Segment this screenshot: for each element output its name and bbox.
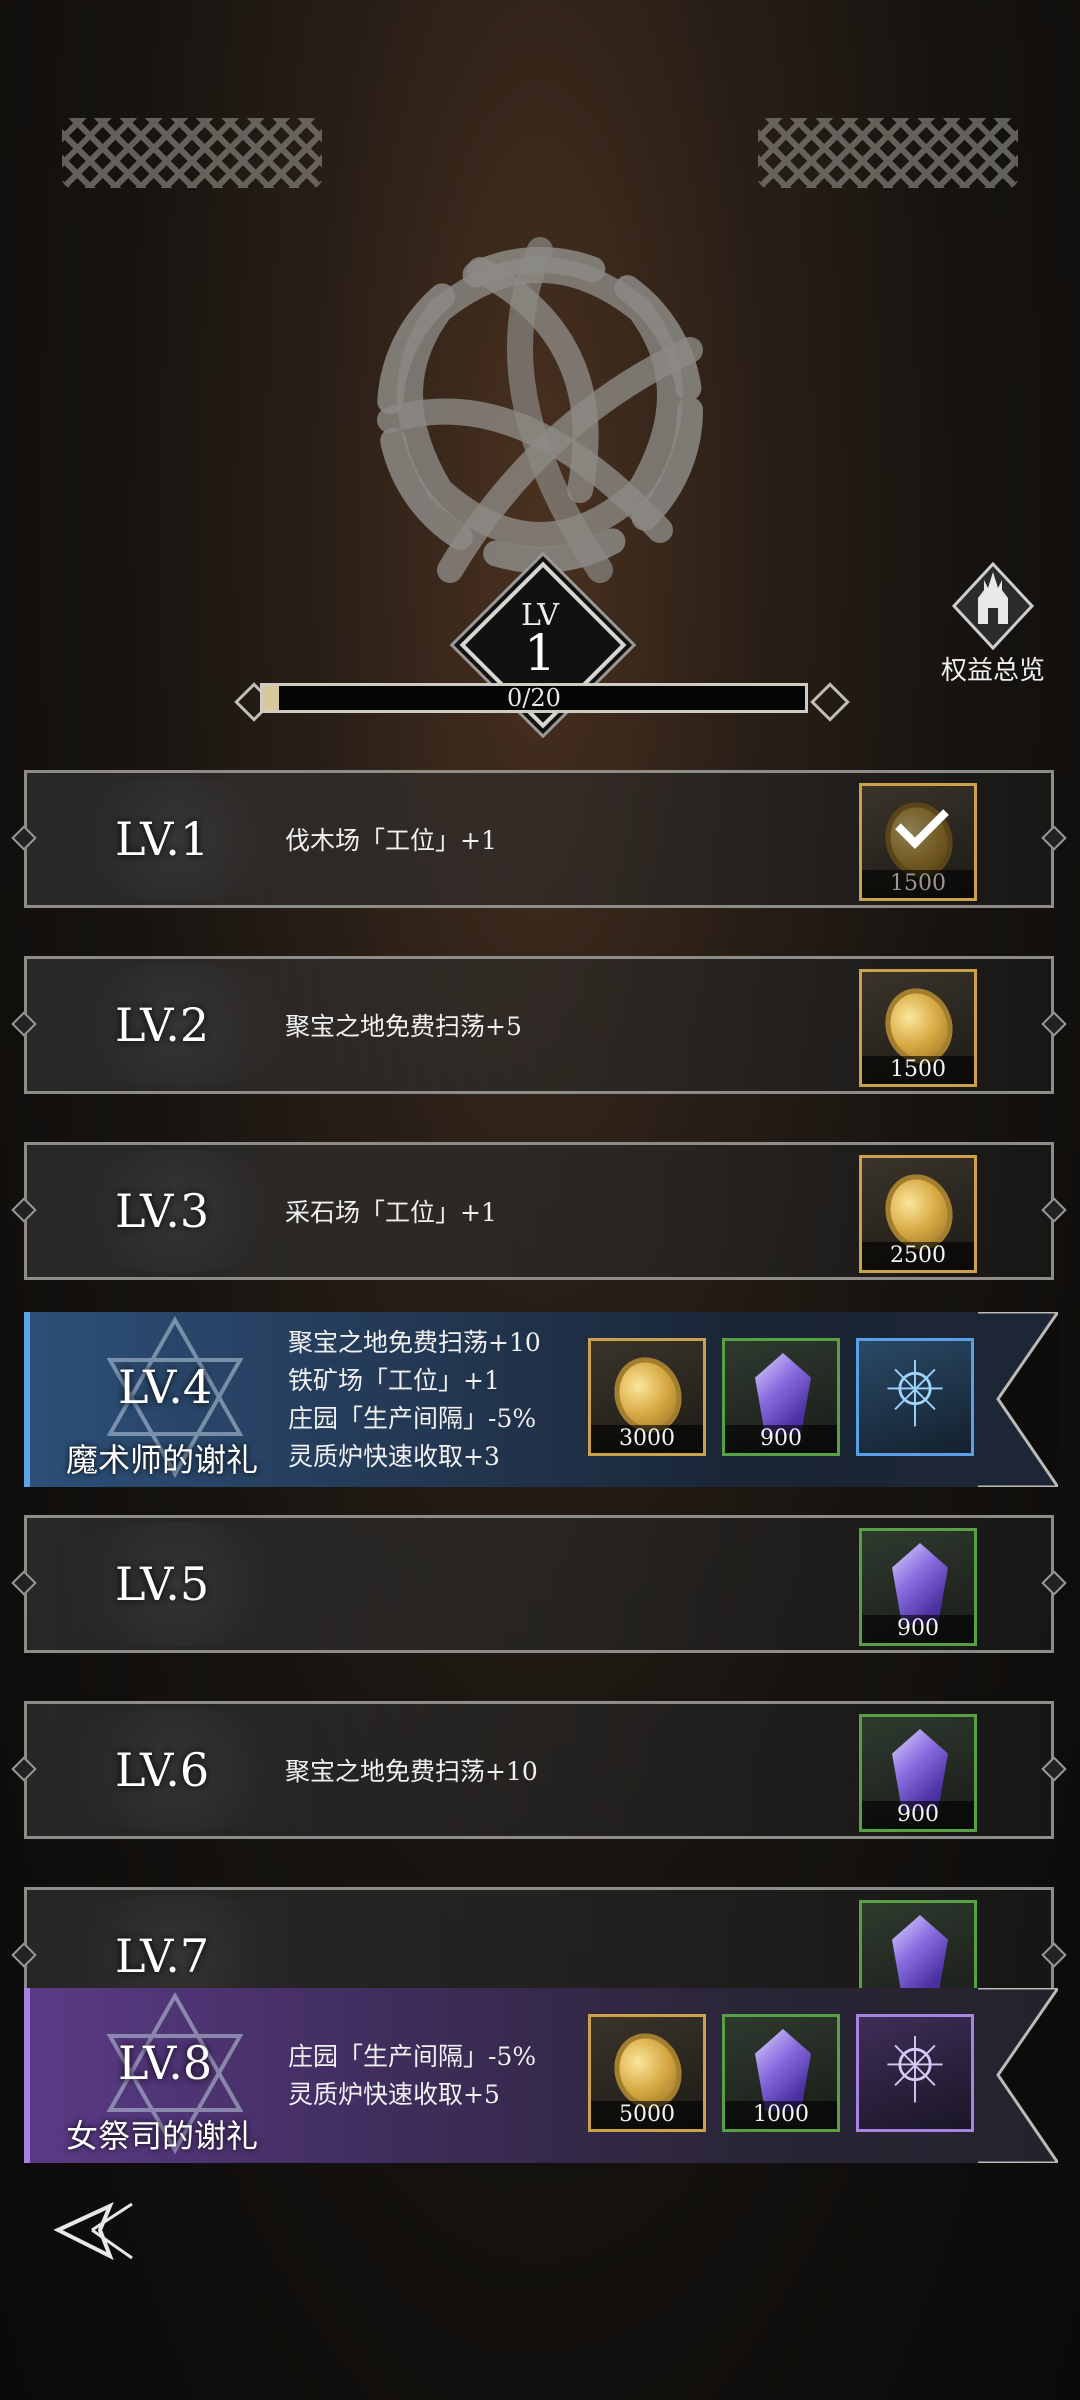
row-rewards: 1500 xyxy=(859,969,977,1087)
progress-text: 0/20 xyxy=(507,684,561,712)
row-level-label: LV.1 xyxy=(115,812,210,866)
row-benefit-text: 庄园「生产间隔」-5% 灵质炉快速收取+5 xyxy=(288,1988,536,2163)
coin-reward[interactable]: 1500 xyxy=(859,783,977,901)
emblem-icon xyxy=(887,1359,943,1427)
coin-reward[interactable]: 3000 xyxy=(588,1338,706,1456)
row-reward-title: 魔术师的谢礼 xyxy=(66,1441,259,1479)
crystal-reward[interactable]: 1000 xyxy=(722,2014,840,2132)
row-rewards: 900 xyxy=(859,1528,977,1646)
ribbon-tail xyxy=(978,1312,1058,1487)
purple-crystal-icon xyxy=(892,1729,948,1811)
row-rewards: 900 xyxy=(859,1714,977,1832)
back-arrow-icon[interactable] xyxy=(52,2196,142,2266)
crystal-reward[interactable]: 900 xyxy=(859,1714,977,1832)
row-benefit-text: 伐木场「工位」+1 xyxy=(285,773,497,905)
reward-amount: 3000 xyxy=(591,1425,703,1453)
level-row-2[interactable]: LV.2 聚宝之地免费扫荡+5 1500 xyxy=(24,956,1054,1094)
benefit-line: 灵质炉快速收取+3 xyxy=(288,1441,500,1471)
level-row-3[interactable]: LV.3 采石场「工位」+1 2500 xyxy=(24,1142,1054,1280)
level-row-6[interactable]: LV.6 聚宝之地免费扫荡+10 900 xyxy=(24,1701,1054,1839)
progress-cap-right xyxy=(810,682,850,722)
level-row-8[interactable]: LV.8 庄园「生产间隔」-5% 灵质炉快速收取+5 女祭司的谢礼 5000 1000 xyxy=(24,1988,1058,2163)
row-benefit-text: 聚宝之地免费扫荡+10 铁矿场「工位」+1 庄园「生产间隔」-5% 灵质炉快速收取+3 xyxy=(288,1312,541,1487)
row-level-label: LV.2 xyxy=(115,998,210,1052)
reward-amount: 1500 xyxy=(862,1056,974,1084)
row-reward-title: 女祭司的谢礼 xyxy=(66,2117,259,2155)
benefit-line: 庄园「生产间隔」-5% xyxy=(288,2041,537,2071)
level-value: 1 xyxy=(524,624,556,682)
reward-amount: 2500 xyxy=(862,1242,974,1270)
purple-crystal-icon xyxy=(892,1915,948,1997)
coin-reward[interactable]: 2500 xyxy=(859,1155,977,1273)
crystal-reward[interactable]: 900 xyxy=(722,1338,840,1456)
reward-amount: 1500 xyxy=(862,870,974,898)
crystal-reward[interactable]: 900 xyxy=(859,1528,977,1646)
benefit-line: 聚宝之地免费扫荡+5 xyxy=(285,1012,522,1041)
row-level-label: LV.6 xyxy=(115,1743,210,1797)
row-benefit-text: 聚宝之地免费扫荡+10 xyxy=(285,1704,538,1836)
row-level-label: LV.5 xyxy=(115,1557,210,1611)
coin-reward[interactable]: 5000 xyxy=(588,2014,706,2132)
row-rewards: 2500 xyxy=(859,1155,977,1273)
knot-ornament-left xyxy=(62,118,322,188)
ribbon-tail xyxy=(978,1988,1058,2163)
row-benefit-text: 采石场「工位」+1 xyxy=(285,1145,497,1277)
reward-amount: 900 xyxy=(862,1615,974,1643)
row-benefit-text: 聚宝之地免费扫荡+5 xyxy=(285,959,522,1091)
benefit-line: 灵质炉快速收取+5 xyxy=(288,2079,500,2109)
purple-crystal-icon xyxy=(755,1353,811,1435)
benefit-line: 铁矿场「工位」+1 xyxy=(288,1365,500,1395)
reward-amount: 900 xyxy=(725,1425,837,1453)
benefits-overview-button[interactable]: 权益总览 xyxy=(934,560,1052,690)
knot-ornament-right xyxy=(758,118,1018,188)
benefit-line: 聚宝之地免费扫荡+10 xyxy=(285,1757,538,1786)
level-row-4[interactable]: LV.4 聚宝之地免费扫荡+10 铁矿场「工位」+1 庄园「生产间隔」-5% 灵质炉快速… xyxy=(24,1312,1058,1487)
reward-amount: 5000 xyxy=(591,2101,703,2129)
benefit-line: 聚宝之地免费扫荡+10 xyxy=(288,1327,541,1357)
level-row-1[interactable]: LV.1 伐木场「工位」+1 1500 xyxy=(24,770,1054,908)
row-rewards: 1500 xyxy=(859,783,977,901)
purple-crystal-icon xyxy=(892,1543,948,1625)
benefit-line: 伐木场「工位」+1 xyxy=(285,826,497,855)
benefit-line: 庄园「生产间隔」-5% xyxy=(288,1403,537,1433)
emblem-icon xyxy=(887,2035,943,2103)
reward-amount: 1000 xyxy=(725,2101,837,2129)
row-level-label: LV.3 xyxy=(115,1184,210,1238)
purple-crystal-icon xyxy=(755,2029,811,2111)
reward-amount: 900 xyxy=(862,1801,974,1829)
row-rewards: 5000 1000 xyxy=(588,2014,974,2132)
glyph-blue-reward[interactable] xyxy=(856,1338,974,1456)
benefit-line: 采石场「工位」+1 xyxy=(285,1198,497,1227)
level-row-5[interactable]: LV.5 900 xyxy=(24,1515,1054,1653)
overview-label: 权益总览 xyxy=(940,656,1045,686)
castle-icon xyxy=(951,561,1035,651)
coin-reward[interactable]: 1500 xyxy=(859,969,977,1087)
row-rewards: 3000 900 xyxy=(588,1338,974,1456)
glyph-purple-reward[interactable] xyxy=(856,2014,974,2132)
level-progress-bar: 0/20 xyxy=(260,683,808,713)
